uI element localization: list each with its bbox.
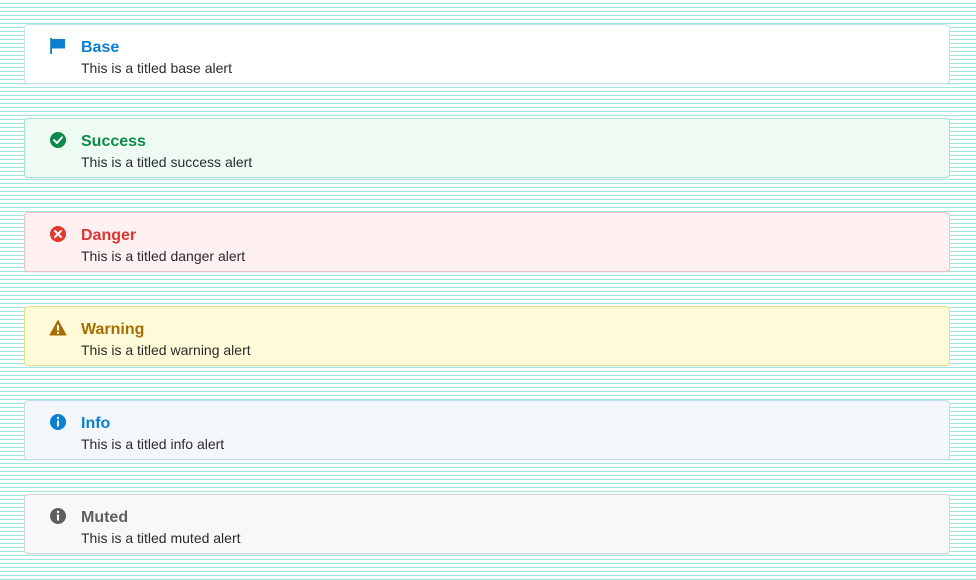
- alert-warning: Warning This is a titled warning alert: [24, 306, 950, 366]
- alert-base: Base This is a titled base alert: [24, 24, 950, 84]
- alert-title: Base: [81, 39, 120, 56]
- check-circle-icon: [49, 131, 67, 149]
- alert-title: Danger: [81, 227, 137, 244]
- alert-message: This is a titled warning alert: [81, 342, 251, 358]
- alert-success: Success This is a titled success alert: [24, 118, 950, 178]
- alert-title: Muted: [81, 509, 129, 526]
- alert-message: This is a titled success alert: [81, 154, 253, 170]
- info-circle-icon: [49, 413, 67, 431]
- alert-title: Info: [81, 415, 111, 432]
- alert-info: Info This is a titled info alert: [24, 400, 950, 460]
- alert-message: This is a titled danger alert: [81, 248, 246, 264]
- alert-message: This is a titled base alert: [81, 60, 232, 76]
- alert-muted: Muted This is a titled muted alert: [24, 494, 950, 554]
- alert-message: This is a titled muted alert: [81, 530, 241, 546]
- info-circle-icon: [49, 507, 67, 525]
- alert-danger: Danger This is a titled danger alert: [24, 212, 950, 272]
- alert-message: This is a titled info alert: [81, 436, 225, 452]
- alert-title: Success: [81, 133, 146, 150]
- alerts-list: Base This is a titled base alert Success…: [0, 0, 976, 580]
- alert-title: Warning: [81, 321, 145, 338]
- x-circle-icon: [49, 225, 67, 243]
- warning-triangle-icon: [49, 319, 67, 337]
- flag-icon: [49, 37, 67, 55]
